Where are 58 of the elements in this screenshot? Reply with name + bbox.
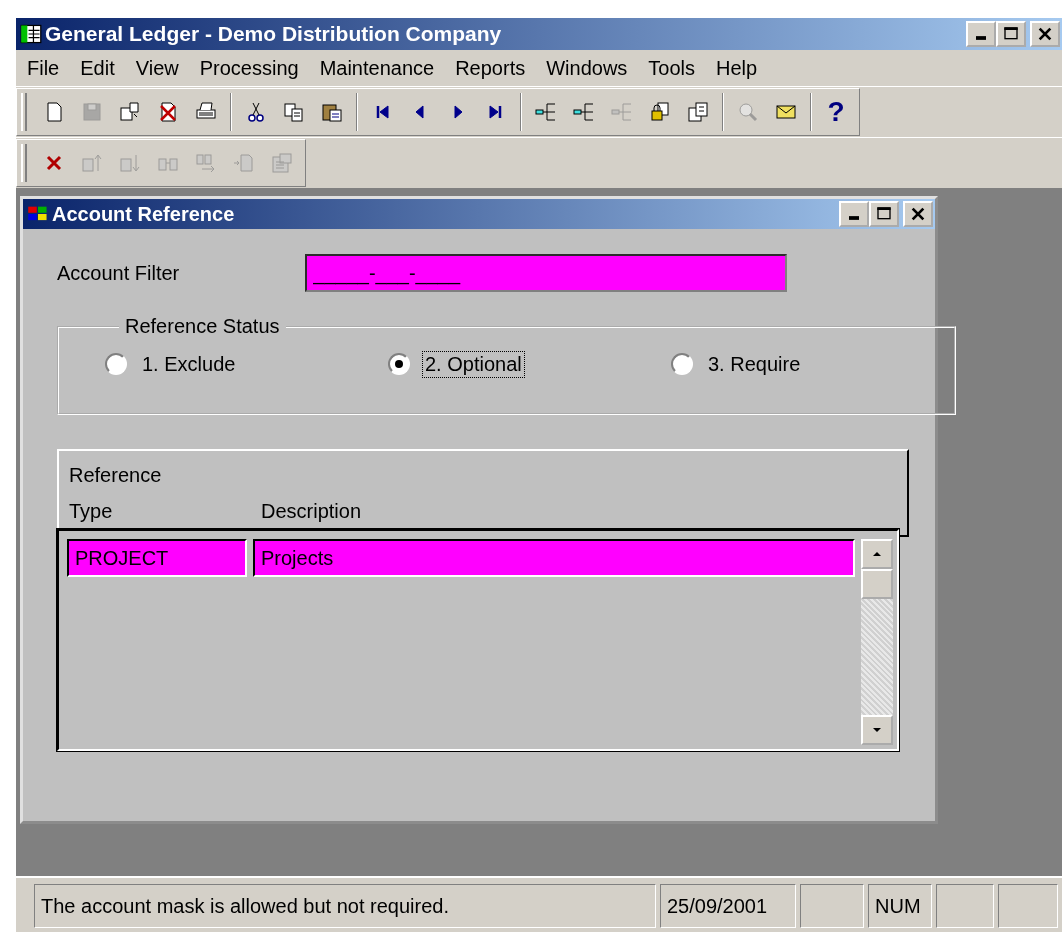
radio-button[interactable]: [388, 353, 410, 375]
menu-item[interactable]: Help: [707, 56, 770, 80]
menu-item[interactable]: Reports: [446, 56, 538, 80]
column-header: Type: [69, 499, 114, 524]
radio-label[interactable]: 3. Require: [705, 350, 804, 378]
tree-icon: [572, 100, 596, 124]
close-icon: [910, 206, 926, 222]
minimize-icon: [849, 216, 859, 220]
menu-item[interactable]: Windows: [537, 56, 640, 80]
scroll-up-icon: [872, 549, 882, 559]
ledger-icon: [20, 23, 42, 45]
radio-button[interactable]: [105, 353, 127, 375]
maximize-button[interactable]: [869, 201, 899, 227]
toolbar-grip[interactable]: [21, 93, 27, 131]
status-message: The account mask is allowed but not required.: [34, 884, 656, 928]
num-lock-indicator: NUM: [868, 884, 932, 928]
copy-icon: [282, 100, 306, 124]
column-header: Reference: [69, 463, 163, 488]
maximize-icon: [876, 206, 892, 222]
account-filter-field[interactable]: _____-___-____: [305, 254, 788, 292]
status-pane: [998, 884, 1058, 928]
radio-label[interactable]: 1. Exclude: [139, 350, 239, 378]
menu-item[interactable]: Processing: [190, 56, 311, 80]
table-cell[interactable]: Projects: [253, 539, 855, 577]
field-label: Account Filter: [57, 261, 180, 285]
table-cell[interactable]: PROJECT: [67, 539, 247, 577]
tree-icon: [610, 100, 634, 124]
scroll-thumb[interactable]: [861, 569, 893, 599]
column-header: Description: [261, 499, 362, 524]
maximize-icon: [1003, 26, 1019, 42]
tree-icon: [534, 100, 558, 124]
minimize-button[interactable]: [966, 21, 996, 47]
maximize-button[interactable]: [996, 21, 1026, 47]
menu-item[interactable]: View: [126, 56, 191, 80]
group-label: Reference Status: [124, 315, 281, 338]
close-icon: [1037, 26, 1053, 42]
toolbar-grip[interactable]: [21, 144, 27, 182]
close-button[interactable]: [1030, 21, 1060, 47]
window-title: General Ledger - Demo Distribution Company: [45, 22, 503, 46]
lock-icon: [648, 100, 672, 124]
menu-item[interactable]: Tools: [639, 56, 708, 80]
search-icon: [736, 100, 760, 124]
help-button[interactable]: ?: [819, 93, 853, 131]
menu-item[interactable]: File: [18, 56, 72, 80]
minimize-button[interactable]: [839, 201, 869, 227]
status-pane: [800, 884, 864, 928]
radio-label[interactable]: 2. Optional: [422, 350, 525, 378]
status-pane: [936, 884, 994, 928]
radio-button[interactable]: [671, 353, 693, 375]
window-title: Account Reference: [52, 202, 236, 226]
save-icon: [80, 100, 104, 124]
menu-item[interactable]: Edit: [71, 56, 127, 80]
menu-item[interactable]: Maintenance: [310, 56, 447, 80]
scroll-down-icon: [872, 725, 882, 735]
status-date: 25/09/2001: [660, 884, 796, 928]
close-button[interactable]: [903, 201, 933, 227]
minimize-icon: [976, 36, 986, 40]
scroll-bar[interactable]: [861, 539, 893, 745]
